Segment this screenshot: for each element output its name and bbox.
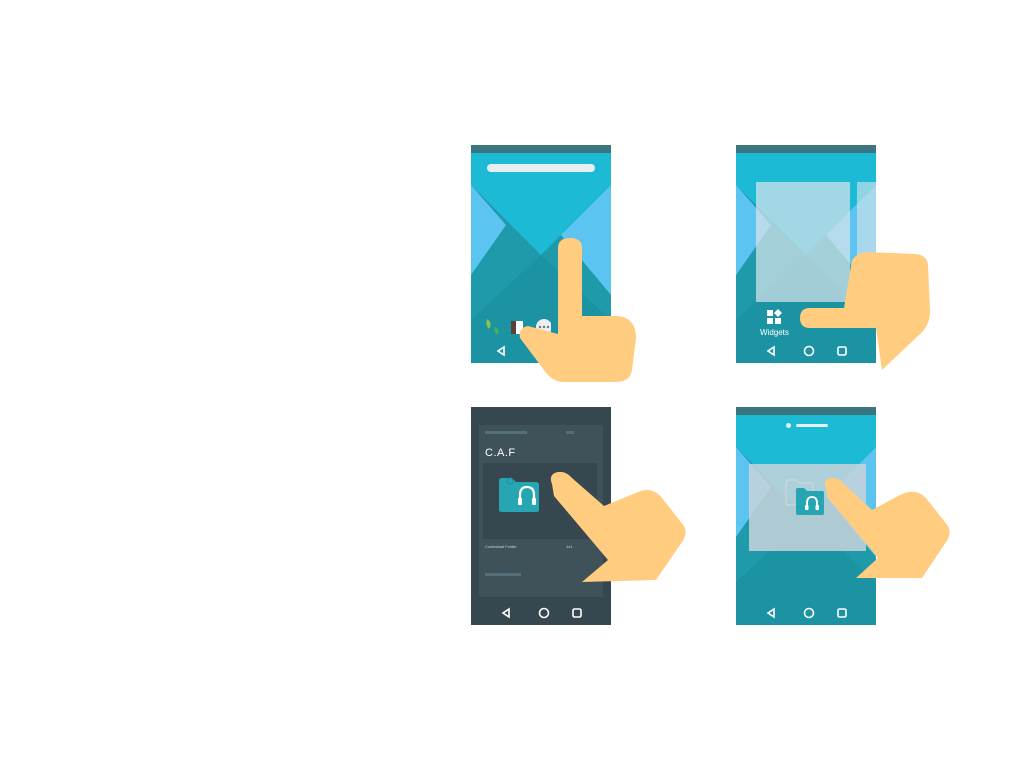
recents-icon[interactable] — [837, 608, 847, 618]
page-indicator-bar — [796, 424, 828, 427]
hand-pointer-icon — [550, 472, 686, 582]
hand-pointer-icon — [800, 252, 930, 370]
contextual-folder-icon[interactable] — [796, 488, 824, 515]
back-icon[interactable] — [501, 607, 510, 619]
drawer-header-mark — [566, 431, 574, 434]
back-icon[interactable] — [766, 345, 775, 357]
hand-pointer-icon — [824, 478, 950, 578]
recents-icon[interactable] — [572, 608, 582, 618]
status-bar — [736, 145, 876, 153]
nav-bar — [501, 607, 582, 619]
leaf-app-icon[interactable] — [486, 319, 499, 335]
search-bar[interactable] — [487, 164, 595, 172]
back-icon[interactable] — [766, 607, 775, 619]
status-bar — [471, 145, 611, 153]
hand-pointer-icon — [519, 238, 636, 382]
home-icon[interactable] — [803, 607, 815, 619]
widgets-label[interactable]: Widgets — [760, 328, 789, 337]
contextual-folder-label: Contextual Folder — [485, 544, 517, 549]
contextual-folder-icon[interactable] — [498, 477, 540, 513]
widgets-icon[interactable] — [766, 309, 784, 325]
page-indicator-dot — [786, 423, 791, 428]
back-icon[interactable] — [496, 345, 505, 357]
status-bar — [736, 407, 876, 415]
drawer-footer-bar — [485, 573, 521, 576]
caf-title: C.A.F — [485, 447, 516, 459]
drawer-header-bar — [485, 431, 527, 434]
nav-bar — [766, 607, 847, 619]
home-icon[interactable] — [538, 607, 550, 619]
